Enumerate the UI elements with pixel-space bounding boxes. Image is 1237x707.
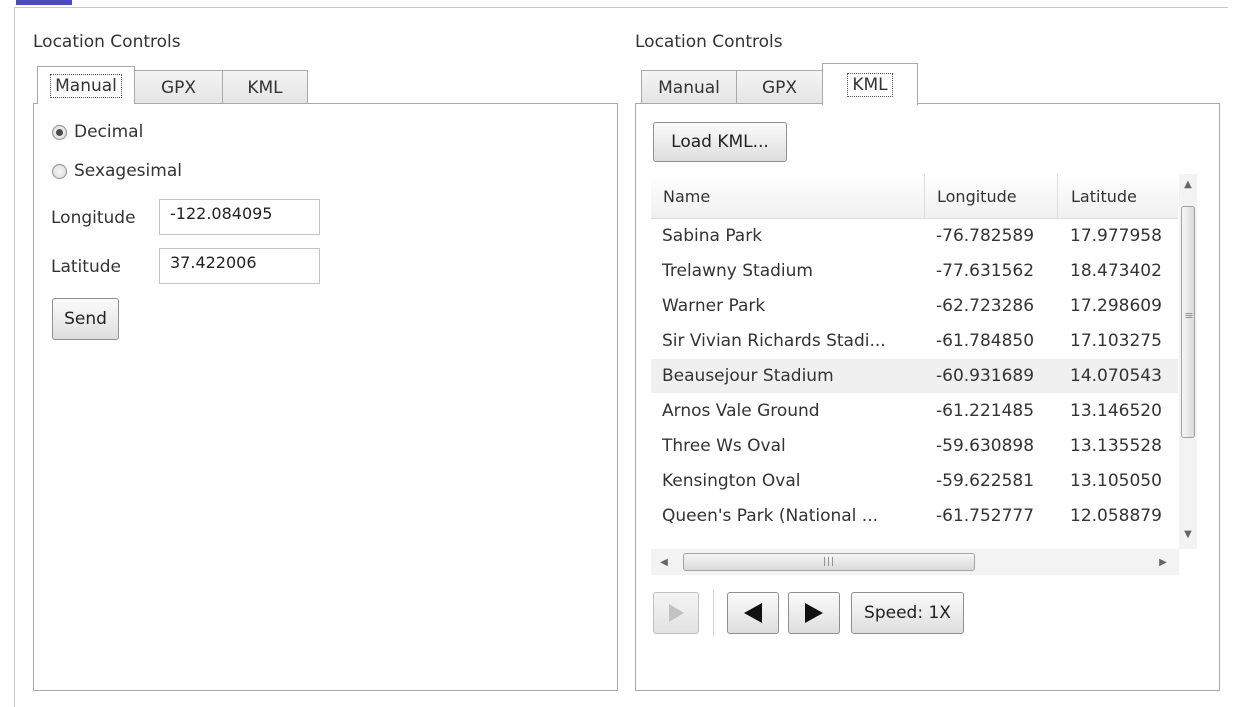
column-divider[interactable] bbox=[924, 174, 925, 218]
column-header-latitude[interactable]: Latitude bbox=[1071, 174, 1137, 218]
left-section-label: Location Controls bbox=[33, 32, 181, 52]
longitude-label: Longitude bbox=[51, 208, 136, 228]
cell-longitude: -60.931689 bbox=[936, 366, 1035, 386]
scroll-up-icon[interactable]: ▲ bbox=[1179, 176, 1197, 192]
cell-latitude: 18.473402 bbox=[1070, 261, 1162, 281]
horizontal-scroll-thumb[interactable]: ||| bbox=[683, 553, 975, 571]
table-row[interactable]: Queen's Park (National ... -61.752777 12… bbox=[651, 499, 1178, 533]
left-manual-panel bbox=[33, 103, 618, 691]
scroll-down-icon[interactable]: ▼ bbox=[1179, 526, 1197, 542]
table-row[interactable]: Sabina Park -76.782589 17.977958 bbox=[651, 219, 1178, 253]
cell-latitude: 12.058879 bbox=[1070, 506, 1162, 526]
column-header-name[interactable]: Name bbox=[663, 174, 710, 218]
cell-latitude: 13.105050 bbox=[1070, 471, 1162, 491]
radio-sexagesimal-label: Sexagesimal bbox=[74, 161, 182, 181]
latitude-input[interactable]: 37.422006 bbox=[159, 248, 320, 284]
cell-latitude: 14.070543 bbox=[1070, 366, 1162, 386]
send-button[interactable]: Send bbox=[52, 298, 119, 340]
right-tab-gpx[interactable]: GPX bbox=[736, 70, 823, 104]
cell-latitude: 13.135528 bbox=[1070, 436, 1162, 456]
cell-name: Warner Park bbox=[662, 296, 766, 316]
next-icon bbox=[805, 603, 823, 623]
table-row[interactable]: Arnos Vale Ground -61.221485 13.146520 bbox=[651, 394, 1178, 428]
left-tab-gpx-label: GPX bbox=[160, 77, 197, 98]
play-icon bbox=[669, 604, 684, 622]
window-left-border bbox=[14, 7, 15, 707]
cell-latitude: 17.977958 bbox=[1070, 226, 1162, 246]
table-row[interactable]: Sir Vivian Richards Stadi... -61.784850 … bbox=[651, 324, 1178, 358]
previous-icon bbox=[744, 603, 762, 623]
cell-latitude: 17.298609 bbox=[1070, 296, 1162, 316]
column-divider[interactable] bbox=[1057, 174, 1058, 218]
latitude-label: Latitude bbox=[51, 257, 121, 277]
horizontal-scrollbar[interactable]: ◀ ||| ▶ bbox=[651, 549, 1179, 575]
radio-decimal-circle[interactable] bbox=[52, 124, 67, 140]
vertical-scroll-thumb[interactable]: ≡ bbox=[1181, 206, 1195, 438]
right-tab-kml-label: KML bbox=[847, 72, 893, 97]
cell-longitude: -59.622581 bbox=[936, 471, 1035, 491]
cell-longitude: -59.630898 bbox=[936, 436, 1035, 456]
cell-longitude: -62.723286 bbox=[936, 296, 1035, 316]
scroll-left-icon[interactable]: ◀ bbox=[657, 554, 671, 570]
left-tab-gpx[interactable]: GPX bbox=[134, 70, 223, 104]
grip-icon: ||| bbox=[822, 557, 836, 567]
cell-latitude: 17.103275 bbox=[1070, 331, 1162, 351]
column-header-longitude[interactable]: Longitude bbox=[937, 174, 1017, 218]
table-row-selected[interactable]: Beausejour Stadium -60.931689 14.070543 bbox=[651, 359, 1178, 393]
left-tab-manual[interactable]: Manual bbox=[37, 66, 135, 104]
left-tab-kml[interactable]: KML bbox=[222, 70, 308, 104]
cell-name: Sabina Park bbox=[662, 226, 763, 246]
cell-longitude: -76.782589 bbox=[936, 226, 1035, 246]
cell-name: Queen's Park (National ... bbox=[662, 506, 879, 526]
right-tab-kml[interactable]: KML bbox=[822, 63, 918, 105]
previous-button[interactable] bbox=[727, 592, 779, 634]
scroll-right-icon[interactable]: ▶ bbox=[1156, 554, 1170, 570]
left-tab-manual-label: Manual bbox=[50, 73, 122, 98]
longitude-input[interactable]: -122.084095 bbox=[159, 199, 320, 235]
cell-name: Beausejour Stadium bbox=[662, 366, 834, 386]
right-tab-manual[interactable]: Manual bbox=[641, 70, 737, 104]
radio-sexagesimal[interactable]: Sexagesimal bbox=[52, 161, 182, 181]
table-row[interactable]: Three Ws Oval -59.630898 13.135528 bbox=[651, 429, 1178, 463]
cell-longitude: -61.752777 bbox=[936, 506, 1035, 526]
right-tab-manual-label: Manual bbox=[658, 77, 720, 98]
table-row[interactable]: Trelawny Stadium -77.631562 18.473402 bbox=[651, 254, 1178, 288]
grid-header: Name Longitude Latitude bbox=[651, 174, 1178, 219]
grip-icon: ≡ bbox=[1184, 309, 1194, 322]
cell-latitude: 13.146520 bbox=[1070, 401, 1162, 421]
toolbar-separator bbox=[713, 590, 714, 636]
cell-name: Three Ws Oval bbox=[662, 436, 786, 456]
next-button[interactable] bbox=[788, 592, 840, 634]
play-button[interactable] bbox=[653, 592, 699, 634]
window-top-border bbox=[14, 7, 1228, 8]
cell-longitude: -61.221485 bbox=[936, 401, 1035, 421]
cell-name: Arnos Vale Ground bbox=[662, 401, 820, 421]
radio-sexagesimal-circle[interactable] bbox=[52, 163, 67, 179]
placemark-grid: Name Longitude Latitude Sabina Park -76.… bbox=[651, 174, 1197, 578]
load-kml-button[interactable]: Load KML... bbox=[653, 122, 787, 162]
radio-decimal[interactable]: Decimal bbox=[52, 122, 143, 142]
right-tab-gpx-label: GPX bbox=[761, 77, 798, 98]
header-accent-mark bbox=[16, 0, 72, 5]
right-section-label: Location Controls bbox=[635, 32, 783, 52]
vertical-scrollbar[interactable]: ▲ ≡ ▼ bbox=[1179, 174, 1197, 549]
table-row[interactable]: Kensington Oval -59.622581 13.105050 bbox=[651, 464, 1178, 498]
cell-longitude: -61.784850 bbox=[936, 331, 1035, 351]
left-tab-kml-label: KML bbox=[247, 77, 283, 98]
cell-name: Sir Vivian Richards Stadi... bbox=[662, 331, 886, 351]
cell-longitude: -77.631562 bbox=[936, 261, 1035, 281]
cell-name: Kensington Oval bbox=[662, 471, 801, 491]
radio-decimal-label: Decimal bbox=[74, 122, 144, 142]
cell-name: Trelawny Stadium bbox=[662, 261, 813, 281]
table-row[interactable]: Warner Park -62.723286 17.298609 bbox=[651, 289, 1178, 323]
speed-button[interactable]: Speed: 1X bbox=[851, 592, 964, 634]
